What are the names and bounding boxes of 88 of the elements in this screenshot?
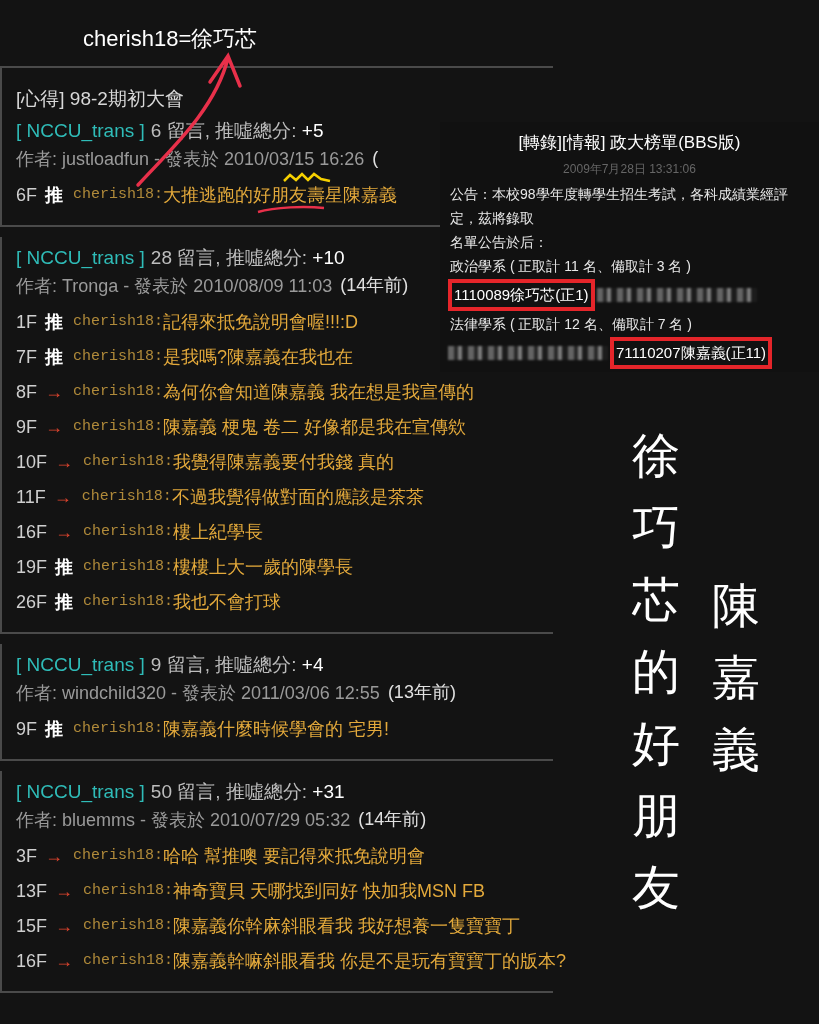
comment-text: 哈哈 幫推噢 要記得來抵免說明會 bbox=[163, 845, 426, 868]
arrow-tag: → bbox=[55, 449, 74, 476]
post-age: (13年前) bbox=[387, 681, 456, 704]
highlighted-entry: 1110089徐巧芯(正1) bbox=[448, 278, 595, 312]
notice-text: 政治學系 ( 正取計 11 名、備取計 3 名 ) bbox=[449, 257, 692, 276]
floor-number: 7F bbox=[16, 346, 37, 369]
vertical-caption: 徐巧芯的好朋友 bbox=[632, 428, 680, 916]
push-tag: 推 bbox=[55, 554, 74, 581]
scribble-mark bbox=[283, 172, 331, 183]
username: cherish18: bbox=[83, 557, 174, 578]
comment-text: 陳嘉義幹嘛斜眼看我 你是不是玩有寶寶丁的版本? bbox=[173, 950, 567, 973]
floor-number: 3F bbox=[16, 845, 37, 868]
username: cherish18: bbox=[81, 487, 172, 508]
arrow-tag: → bbox=[55, 519, 74, 546]
username: cherish18: bbox=[73, 312, 164, 333]
vertical-caption: 陳嘉義 bbox=[712, 578, 760, 778]
board-name: [ NCCU_trans ] bbox=[16, 780, 145, 805]
username: cherish18: bbox=[83, 592, 174, 613]
comment-stats: 28 留言, 推噓總分: +10 bbox=[150, 246, 345, 271]
post-age: ( bbox=[372, 147, 379, 170]
arrow-tag: → bbox=[55, 913, 74, 940]
comment-text: 神奇寶貝 天哪找到同好 快加我MSN FB bbox=[173, 880, 486, 903]
notice-title: [轉錄][情報] 政大榜單(BBS版) bbox=[517, 132, 742, 154]
comment-text: 我覺得陳嘉義要付我錢 真的 bbox=[173, 451, 395, 474]
username: cherish18: bbox=[73, 846, 164, 867]
comment-text: 為何你會知道陳嘉義 我在想是我宣傳的 bbox=[163, 381, 475, 404]
comment-text: 陳嘉義 梗鬼 卷二 好像都是我在宣傳欸 bbox=[163, 416, 467, 439]
thread-title: [心得] 98-2期初大會 bbox=[16, 87, 185, 111]
board-name: [ NCCU_trans ] bbox=[16, 119, 145, 144]
comment-text: 樓上紀學長 bbox=[173, 521, 264, 544]
username: cherish18: bbox=[73, 417, 164, 438]
floor-number: 6F bbox=[16, 184, 37, 207]
floor-number: 8F bbox=[16, 381, 37, 404]
board-name: [ NCCU_trans ] bbox=[16, 653, 145, 678]
floor-number: 13F bbox=[16, 880, 48, 903]
username: cherish18: bbox=[83, 452, 174, 473]
floor-number: 10F bbox=[16, 451, 48, 474]
post-age: (14年前) bbox=[358, 808, 427, 831]
floor-number: 26F bbox=[16, 591, 48, 614]
push-tag: 推 bbox=[55, 589, 74, 616]
username: cherish18: bbox=[73, 347, 164, 368]
notice-text: 名單公告於后： bbox=[449, 233, 549, 252]
comment-stats: 50 留言, 推噓總分: +31 bbox=[150, 780, 345, 805]
highlighted-entry: 71110207陳嘉義(正11) bbox=[610, 336, 773, 370]
push-tag: 推 bbox=[45, 182, 63, 209]
notice-text: 公告：本校98學年度轉學生招生考試，各科成績業經評定，茲將錄取 bbox=[449, 185, 789, 228]
annotation-text: cherish18=徐巧芯 bbox=[83, 26, 258, 51]
author-line: 作者: bluemms - 發表於 2010/07/29 05:32 bbox=[16, 809, 351, 830]
push-tag: 推 bbox=[45, 716, 63, 743]
comment-text: 陳嘉義什麼時候學會的 宅男! bbox=[163, 718, 390, 741]
username: cherish18: bbox=[83, 522, 174, 543]
floor-number: 16F bbox=[16, 950, 48, 973]
arrow-tag: → bbox=[53, 484, 72, 511]
arrow-tag: → bbox=[55, 948, 74, 975]
comment-text: 記得來抵免說明會喔!!!:D bbox=[163, 311, 359, 334]
floor-number: 9F bbox=[16, 416, 37, 439]
floor-number: 11F bbox=[16, 486, 46, 509]
comment-stats: 9 留言, 推噓總分: +4 bbox=[150, 653, 324, 678]
arrow-tag: → bbox=[45, 843, 63, 870]
push-tag: 推 bbox=[45, 344, 63, 371]
arrow-tag: → bbox=[55, 878, 74, 905]
username: cherish18: bbox=[83, 916, 174, 937]
username: cherish18: bbox=[73, 719, 164, 740]
username: cherish18: bbox=[83, 951, 174, 972]
username: cherish18: bbox=[83, 881, 174, 902]
push-tag: 推 bbox=[45, 309, 63, 336]
floor-number: 19F bbox=[16, 556, 48, 579]
notice-text: 法律學系 ( 正取計 12 名、備取計 7 名 ) bbox=[449, 315, 693, 334]
username: cherish18: bbox=[73, 382, 164, 403]
floor-number: 9F bbox=[16, 718, 37, 741]
arrow-tag: → bbox=[45, 379, 63, 406]
comment-text: 大推逃跑的好朋友壽星陳嘉義 bbox=[163, 184, 398, 207]
author-line: 作者: windchild320 - 發表於 2011/03/06 12:55 bbox=[16, 682, 380, 703]
board-name: [ NCCU_trans ] bbox=[16, 246, 145, 271]
underline-mark bbox=[257, 205, 325, 214]
username: cherish18: bbox=[73, 185, 164, 206]
comment-text: 陳嘉義你幹麻斜眼看我 我好想養一隻寶寶丁 bbox=[173, 915, 521, 938]
comment-text: 樓樓上大一歲的陳學長 bbox=[173, 556, 354, 579]
post-age: (14年前) bbox=[340, 274, 409, 297]
notice-date: 2009年7月28日 13:31:06 bbox=[562, 161, 697, 178]
floor-number: 15F bbox=[16, 915, 48, 938]
floor-number: 16F bbox=[16, 521, 48, 544]
comment-text: 不過我覺得做對面的應該是茶茶 bbox=[171, 486, 424, 509]
author-line: 作者: Tronga - 發表於 2010/08/09 11:03 bbox=[16, 275, 333, 296]
floor-number: 1F bbox=[16, 311, 37, 334]
comment-text: 我也不會打球 bbox=[173, 591, 282, 614]
arrow-tag: → bbox=[45, 414, 63, 441]
comment-text: 是我嗎?陳嘉義在我也在 bbox=[163, 346, 354, 369]
